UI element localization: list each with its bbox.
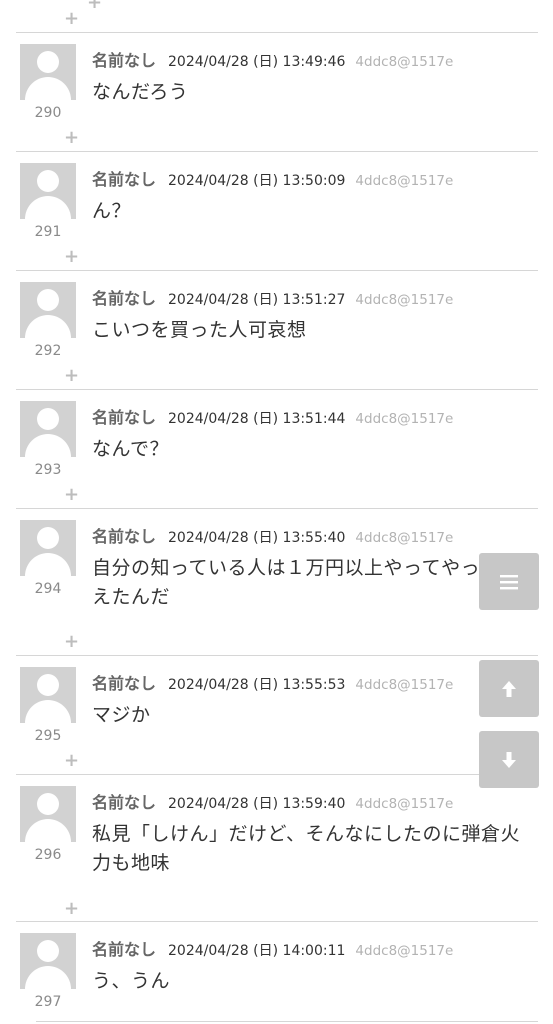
post-number[interactable]: 297 [20, 994, 76, 1010]
reply-plus-icon[interactable]: + [64, 633, 79, 651]
post-296: 296 名前なし 2024/04/28 (日) 13:59:40 4ddc8@151… [0, 775, 553, 921]
post-meta: 名前なし 2024/04/28 (日) 13:55:40 4ddc8@1517e [92, 523, 453, 547]
post-number[interactable]: 291 [20, 224, 76, 240]
post-body: 自分の知っている人は１万円以上やってやっと買えたんだ [92, 557, 520, 608]
post-meta: 名前なし 2024/04/28 (日) 13:50:09 4ddc8@1517e [92, 166, 453, 190]
poster-id[interactable]: 4ddc8@1517e [355, 796, 453, 812]
post-meta: 名前なし 2024/04/28 (日) 14:00:11 4ddc8@1517e [92, 936, 453, 960]
post-295: 295 名前なし 2024/04/28 (日) 13:55:53 4ddc8@151… [0, 656, 553, 774]
avatar[interactable] [20, 44, 76, 100]
avatar[interactable] [20, 933, 76, 989]
post-number[interactable]: 290 [20, 105, 76, 121]
avatar[interactable] [20, 401, 76, 457]
avatar[interactable] [20, 786, 76, 842]
poster-name: 名前なし [92, 408, 157, 427]
reply-plus-icon[interactable]: + [87, 0, 102, 12]
poster-name: 名前なし [92, 51, 157, 70]
post-meta: 名前なし 2024/04/28 (日) 13:55:53 4ddc8@1517e [92, 670, 453, 694]
poster-id[interactable]: 4ddc8@1517e [355, 54, 453, 70]
post-293: 293 名前なし 2024/04/28 (日) 13:51:44 4ddc8@151… [0, 390, 553, 508]
reply-plus-icon[interactable]: + [64, 900, 79, 918]
poster-name: 名前なし [92, 170, 157, 189]
reply-plus-icon[interactable]: + [64, 367, 79, 385]
reply-plus-icon[interactable]: + [64, 486, 79, 504]
reply-plus-icon[interactable]: + [64, 10, 79, 28]
menu-button[interactable] [479, 553, 539, 610]
reply-plus-icon[interactable]: + [64, 129, 79, 147]
post-meta: 名前なし 2024/04/28 (日) 13:49:46 4ddc8@1517e [92, 47, 453, 71]
post-date: 2024/04/28 (日) 13:59:40 [168, 796, 346, 812]
post-date: 2024/04/28 (日) 13:51:27 [168, 292, 346, 308]
poster-id[interactable]: 4ddc8@1517e [355, 530, 453, 546]
avatar[interactable] [20, 163, 76, 219]
poster-id[interactable]: 4ddc8@1517e [355, 173, 453, 189]
previous-post-stub: + + [0, 0, 553, 33]
post-number[interactable]: 294 [20, 581, 76, 597]
post-date: 2024/04/28 (日) 13:55:40 [168, 530, 346, 546]
poster-name: 名前なし [92, 940, 157, 959]
scroll-down-button[interactable] [479, 731, 539, 788]
post-number[interactable]: 292 [20, 343, 76, 359]
poster-id[interactable]: 4ddc8@1517e [355, 292, 453, 308]
scroll-up-button[interactable] [479, 660, 539, 717]
poster-name: 名前なし [92, 674, 157, 693]
post-meta: 名前なし 2024/04/28 (日) 13:59:40 4ddc8@1517e [92, 789, 453, 813]
post-body: マジか [92, 704, 151, 726]
post-number[interactable]: 295 [20, 728, 76, 744]
post-meta: 名前なし 2024/04/28 (日) 13:51:44 4ddc8@1517e [92, 404, 453, 428]
poster-id[interactable]: 4ddc8@1517e [355, 943, 453, 959]
post-body: う、うん [92, 970, 171, 992]
post-date: 2024/04/28 (日) 14:00:11 [168, 943, 346, 959]
post-date: 2024/04/28 (日) 13:49:46 [168, 54, 346, 70]
post-body: なんだろう [92, 81, 189, 103]
post-291: 291 名前なし 2024/04/28 (日) 13:50:09 4ddc8@151… [0, 152, 553, 270]
post-meta: 名前なし 2024/04/28 (日) 13:51:27 4ddc8@1517e [92, 285, 453, 309]
avatar[interactable] [20, 520, 76, 576]
post-divider [36, 1021, 538, 1022]
post-290: 290 名前なし 2024/04/28 (日) 13:49:46 4ddc8@151… [0, 33, 553, 151]
post-body: 私見「しけん」だけど、そんなにしたのに弾倉火力も地味 [92, 823, 521, 874]
post-294: 294 名前なし 2024/04/28 (日) 13:55:40 4ddc8@151… [0, 509, 553, 655]
poster-name: 名前なし [92, 289, 157, 308]
post-body: なんで？ [92, 438, 170, 460]
post-number[interactable]: 293 [20, 462, 76, 478]
post-297: 297 名前なし 2024/04/28 (日) 14:00:11 4ddc8@151… [0, 922, 553, 1024]
post-body: こいつを買った人可哀想 [92, 319, 307, 341]
poster-name: 名前なし [92, 793, 157, 812]
poster-id[interactable]: 4ddc8@1517e [355, 677, 453, 693]
reply-plus-icon[interactable]: + [64, 752, 79, 770]
arrow-down-icon [502, 751, 516, 768]
post-292: 292 名前なし 2024/04/28 (日) 13:51:27 4ddc8@151… [0, 271, 553, 389]
menu-icon [500, 574, 518, 589]
avatar[interactable] [20, 667, 76, 723]
avatar[interactable] [20, 282, 76, 338]
post-date: 2024/04/28 (日) 13:50:09 [168, 173, 346, 189]
post-date: 2024/04/28 (日) 13:51:44 [168, 411, 346, 427]
post-number[interactable]: 296 [20, 847, 76, 863]
reply-plus-icon[interactable]: + [64, 248, 79, 266]
poster-name: 名前なし [92, 527, 157, 546]
post-date: 2024/04/28 (日) 13:55:53 [168, 677, 346, 693]
poster-id[interactable]: 4ddc8@1517e [355, 411, 453, 427]
arrow-up-icon [502, 680, 516, 697]
post-body: ん？ [92, 200, 132, 222]
